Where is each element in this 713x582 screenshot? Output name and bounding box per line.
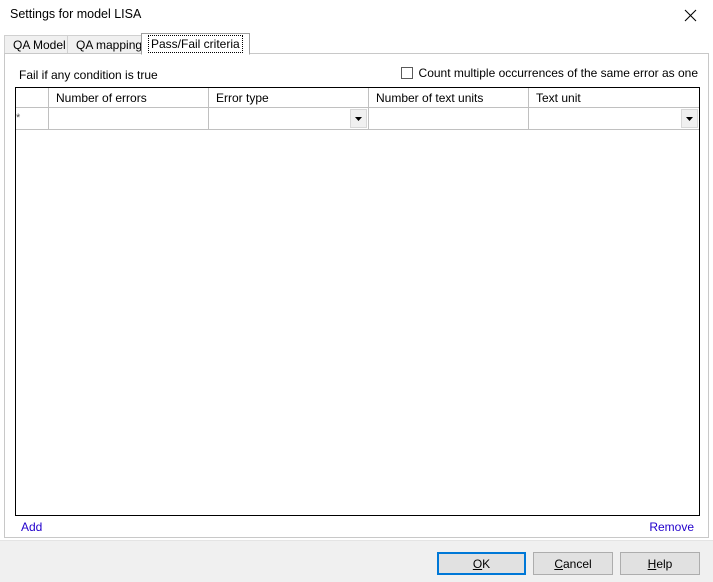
table-row[interactable]: * — [16, 108, 699, 130]
remove-link[interactable]: Remove — [649, 520, 694, 534]
grid-header-number-of-errors[interactable]: Number of errors — [49, 88, 209, 107]
tab-strip: QA Model QA mappings Pass/Fail criteria — [0, 33, 713, 55]
window-title: Settings for model LISA — [10, 7, 142, 21]
tab-pass-fail-criteria[interactable]: Pass/Fail criteria — [141, 33, 250, 55]
grid-header-number-of-text-units[interactable]: Number of text units — [369, 88, 529, 107]
help-button-label: elp — [656, 556, 673, 571]
close-icon — [684, 9, 697, 22]
grid-row-marker-cell: * — [16, 108, 49, 129]
criteria-grid[interactable]: Number of errors Error type Number of te… — [15, 87, 700, 516]
count-multiple-occurrences-checkbox-row[interactable]: Count multiple occurrences of the same e… — [400, 66, 698, 80]
cancel-button[interactable]: Cancel — [533, 552, 613, 575]
grid-cell-number-of-errors[interactable] — [49, 108, 209, 129]
text-unit-dropdown-button[interactable] — [681, 109, 698, 128]
grid-cell-error-type[interactable] — [209, 108, 369, 129]
ok-button[interactable]: OK — [437, 552, 526, 575]
tab-label: QA Model — [13, 38, 66, 52]
chevron-down-icon — [686, 116, 693, 121]
chevron-down-icon — [355, 116, 362, 121]
count-multiple-occurrences-label: Count multiple occurrences of the same e… — [418, 66, 698, 80]
grid-header-row: Number of errors Error type Number of te… — [16, 88, 699, 108]
tab-label: QA mappings — [76, 38, 149, 52]
add-link[interactable]: Add — [21, 520, 42, 534]
new-row-asterisk-icon: * — [16, 112, 21, 124]
title-bar: Settings for model LISA — [0, 0, 713, 31]
settings-dialog: Settings for model LISA QA Model QA mapp… — [0, 0, 713, 582]
ok-button-accel: O — [472, 556, 483, 571]
tab-panel-pass-fail-criteria: Fail if any condition is true Count mult… — [4, 53, 709, 538]
ok-button-label: K — [482, 556, 491, 571]
grid-cell-number-of-text-units[interactable] — [369, 108, 529, 129]
fail-condition-label: Fail if any condition is true — [19, 68, 158, 82]
grid-header-text-unit[interactable]: Text unit — [529, 88, 699, 107]
tab-label: Pass/Fail criteria — [148, 35, 243, 53]
help-button[interactable]: Help — [620, 552, 700, 575]
tab-qa-model[interactable]: QA Model — [4, 35, 75, 54]
grid-header-marker — [16, 88, 49, 107]
error-type-dropdown-button[interactable] — [350, 109, 367, 128]
help-button-accel: H — [647, 556, 657, 571]
close-button[interactable] — [667, 0, 713, 31]
grid-cell-text-unit[interactable] — [529, 108, 699, 129]
grid-header-error-type[interactable]: Error type — [209, 88, 369, 107]
count-multiple-occurrences-checkbox[interactable] — [400, 67, 413, 79]
dialog-footer: OK Cancel Help — [0, 540, 713, 582]
cancel-button-label: ancel — [562, 556, 592, 571]
cancel-button-accel: C — [554, 556, 563, 571]
